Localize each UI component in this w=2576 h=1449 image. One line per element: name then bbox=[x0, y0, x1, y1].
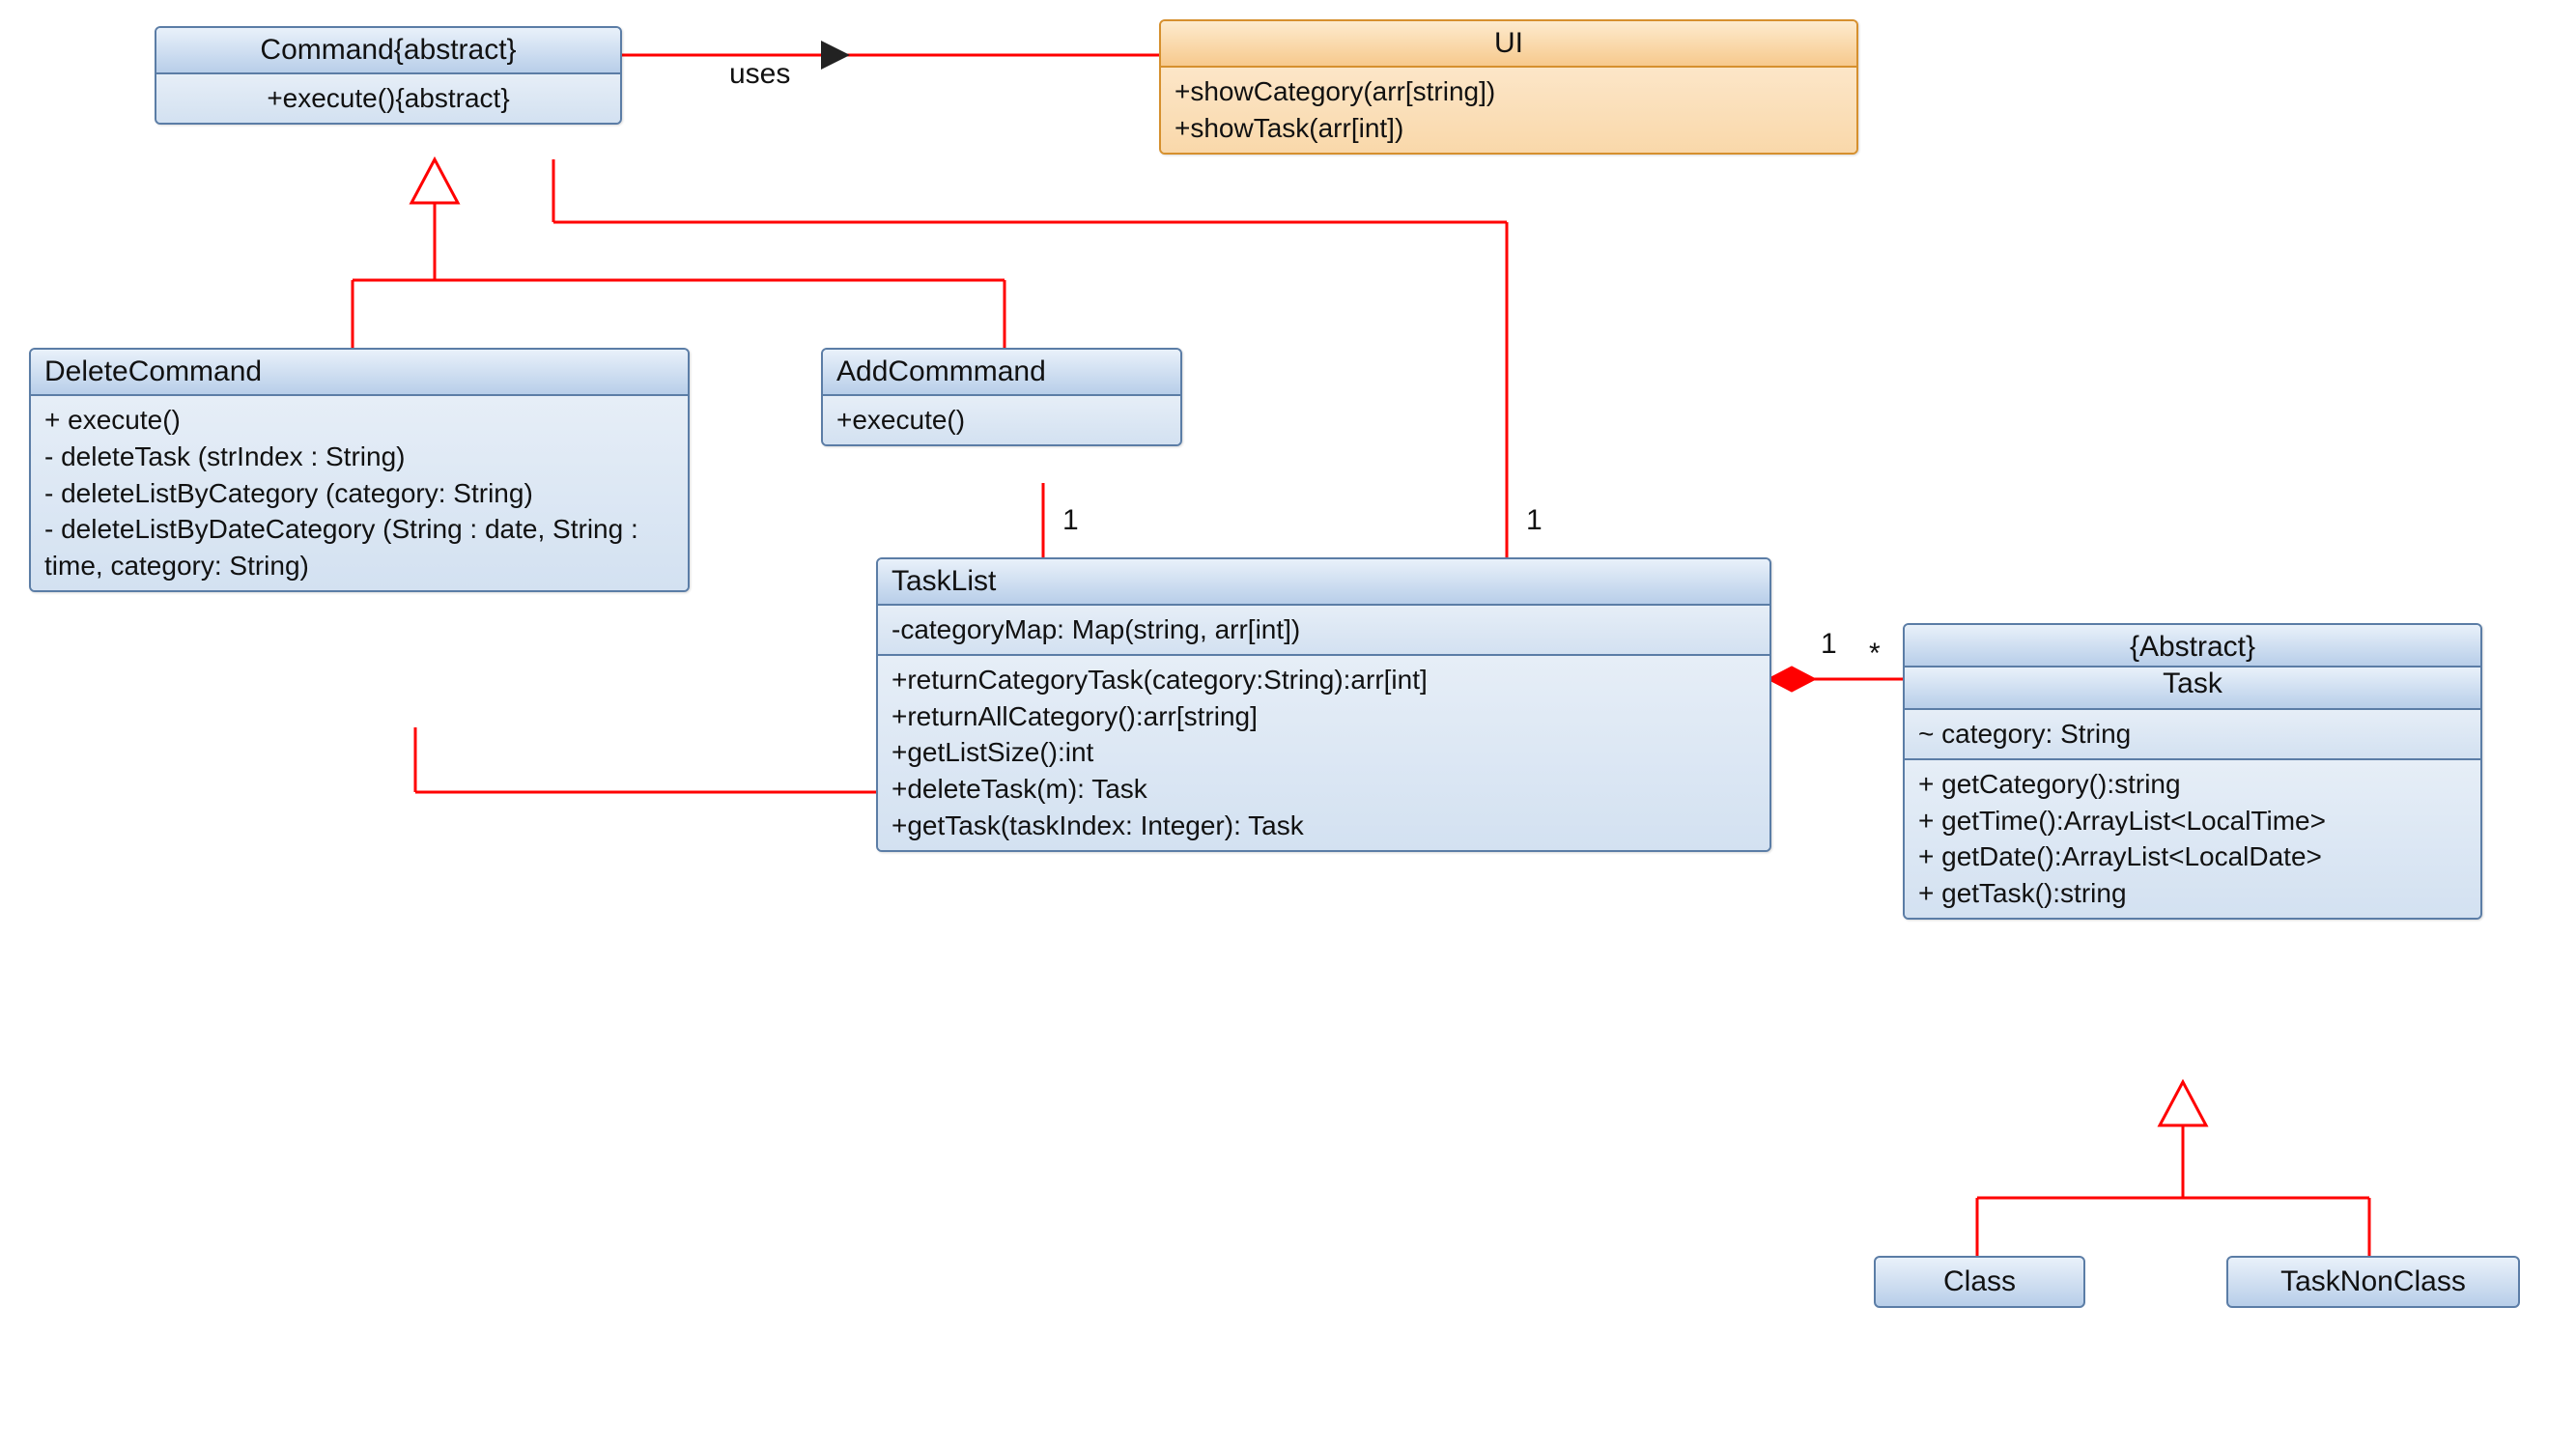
class-ui-methods: +showCategory(arr[string]) +showTask(arr… bbox=[1161, 68, 1856, 153]
class-ui: UI +showCategory(arr[string]) +showTask(… bbox=[1159, 19, 1858, 155]
class-task-stereo: {Abstract} bbox=[1905, 625, 2480, 668]
multiplicity-one-2: 1 bbox=[1526, 504, 1543, 537]
multiplicity-one-1: 1 bbox=[1062, 504, 1079, 537]
multiplicity-star: * bbox=[1869, 638, 1881, 670]
class-command-methods: +execute(){abstract} bbox=[156, 74, 620, 123]
class-delete-command-methods: + execute() - deleteTask (strIndex : Str… bbox=[31, 396, 688, 590]
class-add-command-title: AddCommmand bbox=[823, 350, 1180, 396]
class-command: Command{abstract} +execute(){abstract} bbox=[155, 26, 622, 125]
class-task-title: Task bbox=[1905, 668, 2480, 710]
class-tasknonclass: TaskNonClass bbox=[2226, 1256, 2520, 1308]
class-command-title: Command{abstract} bbox=[156, 28, 620, 74]
class-tasklist-title: TaskList bbox=[878, 559, 1769, 606]
multiplicity-one-3: 1 bbox=[1821, 628, 1837, 661]
class-tasklist-attrs: -categoryMap: Map(string, arr[int]) bbox=[878, 606, 1769, 656]
class-task: {Abstract} Task ~ category: String + get… bbox=[1903, 623, 2482, 920]
class-class: Class bbox=[1874, 1256, 2085, 1308]
class-tasklist-methods: +returnCategoryTask(category:String):arr… bbox=[878, 656, 1769, 850]
class-task-methods: + getCategory():string + getTime():Array… bbox=[1905, 760, 2480, 918]
class-task-attrs: ~ category: String bbox=[1905, 710, 2480, 760]
class-delete-command: DeleteCommand + execute() - deleteTask (… bbox=[29, 348, 690, 592]
uses-label: uses bbox=[729, 58, 790, 91]
class-add-command-methods: +execute() bbox=[823, 396, 1180, 444]
class-tasklist: TaskList -categoryMap: Map(string, arr[i… bbox=[876, 557, 1771, 852]
class-delete-command-title: DeleteCommand bbox=[31, 350, 688, 396]
class-add-command: AddCommmand +execute() bbox=[821, 348, 1182, 446]
class-ui-title: UI bbox=[1161, 21, 1856, 68]
